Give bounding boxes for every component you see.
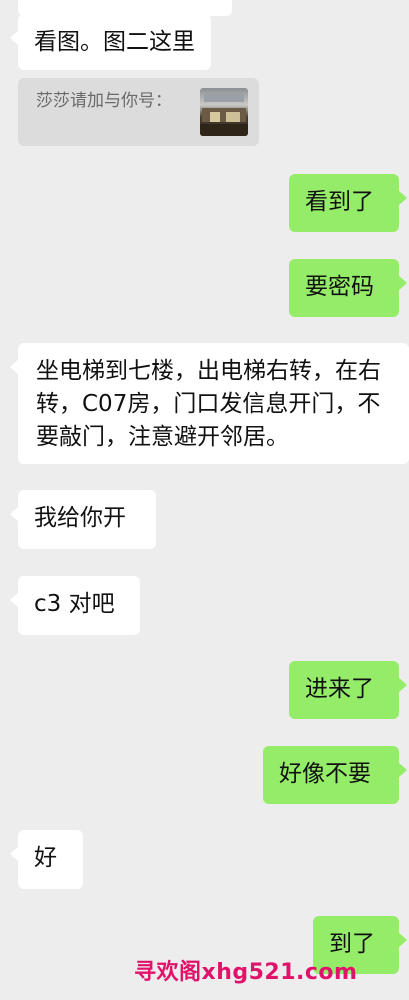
message-bubble-incoming[interactable]: 看图。图二这里 (10, 14, 211, 70)
message-text: 好 (34, 845, 57, 871)
message-bubble-outgoing[interactable]: 进来了 (289, 661, 407, 719)
message-bubble-incoming[interactable]: 我给你开 (10, 490, 156, 549)
message-text: 进来了 (305, 676, 374, 702)
message-text: 要密码 (305, 274, 374, 300)
message-bubble-outgoing[interactable]: 要密码 (289, 259, 407, 317)
message-text: 坐电梯到七楼，出电梯右转，在右转，C07房，门口发信息开门，不要敲门，注意避开邻… (36, 358, 381, 450)
message-text: 我给你开 (34, 505, 126, 531)
message-bubble-incoming[interactable]: 坐电梯到七楼，出电梯右转，在右转，C07房，门口发信息开门，不要敲门，注意避开邻… (10, 343, 409, 464)
message-bubble-outgoing[interactable]: 好像不要 (263, 746, 407, 804)
message-bubble-incoming[interactable]: c3 对吧 (10, 576, 140, 635)
message-text: 看到了 (305, 189, 374, 215)
message-text: c3 对吧 (34, 591, 115, 617)
message-text: 好像不要 (279, 761, 371, 787)
message-text: 看图。图二这里 (34, 29, 195, 55)
quoted-message[interactable]: 莎莎请加与你号： (18, 78, 259, 146)
quoted-message-text: 莎莎请加与你号： (36, 91, 172, 111)
message-bubble-outgoing[interactable]: 看到了 (289, 174, 407, 232)
watermark-text: 寻欢阁xhg521.com (134, 960, 358, 985)
message-bubble-incoming[interactable]: 好 (10, 830, 83, 889)
building-photo-thumbnail-icon[interactable] (200, 88, 248, 136)
